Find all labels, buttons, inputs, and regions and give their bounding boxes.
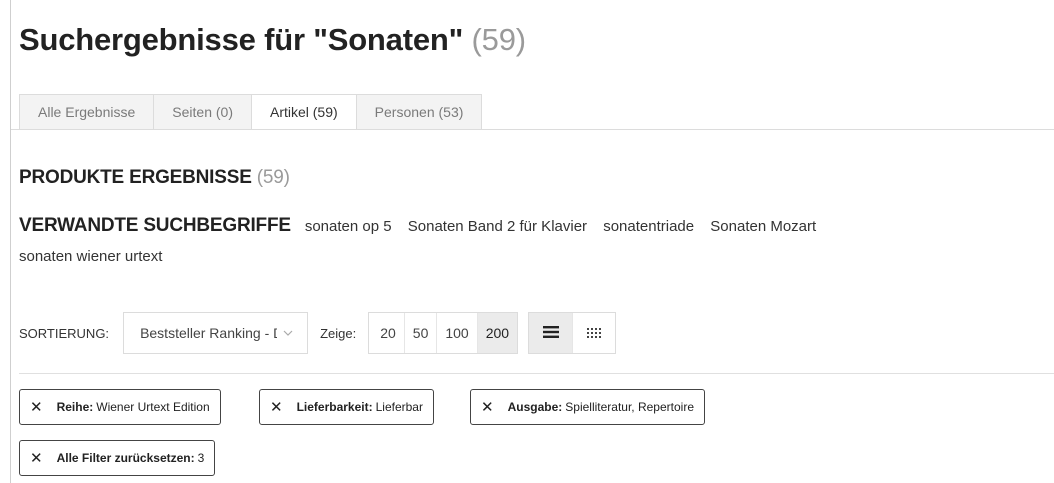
filter-chip-reihe[interactable]: ✕ Reihe: Wiener Urtext Edition — [19, 389, 221, 425]
tab-personen[interactable]: Personen (53) — [355, 94, 483, 130]
related-term-link[interactable]: sonatentriade — [603, 218, 694, 235]
page-size-option-200[interactable]: 200 — [477, 313, 518, 353]
tabs-divider — [11, 129, 1054, 130]
tab-alle-ergebnisse[interactable]: Alle Ergebnisse — [19, 94, 154, 130]
sort-label: SORTIERUNG: — [19, 325, 110, 341]
page-size-option-50[interactable]: 50 — [405, 313, 438, 353]
page-size-option-20[interactable]: 20 — [369, 313, 405, 353]
view-mode-toggle — [528, 312, 617, 354]
results-toolbar: SORTIERUNG: Beststeller Ranking - Des Ze… — [19, 311, 617, 355]
close-icon: ✕ — [30, 399, 43, 416]
sort-select[interactable]: Beststeller Ranking - Des — [123, 312, 309, 354]
sort-select-value: Beststeller Ranking - Des — [140, 325, 277, 341]
filter-chip-key: Alle Filter zurücksetzen: — [56, 451, 195, 465]
close-icon: ✕ — [30, 450, 43, 467]
filter-chip-value: Lieferbar — [375, 400, 423, 414]
page-size-label: Zeige: — [320, 325, 357, 341]
page-size-selector: 20 50 100 200 — [368, 312, 519, 354]
products-heading-text: PRODUKTE ERGEBNISSE — [19, 167, 252, 188]
products-heading-count: (59) — [256, 167, 290, 188]
page-size-option-100[interactable]: 100 — [437, 313, 478, 353]
page-title-text: Suchergebnisse für "Sonaten" — [19, 22, 464, 57]
list-view-button[interactable] — [529, 313, 573, 353]
chevron-down-icon — [283, 327, 293, 339]
filter-chip-ausgabe[interactable]: ✕ Ausgabe: Spielliteratur, Repertoire — [470, 389, 705, 425]
filter-chip-value: Spielliteratur, Repertoire — [565, 400, 694, 414]
page-title-count: (59) — [471, 22, 527, 57]
list-view-icon — [542, 325, 559, 341]
related-searches-label: VERWANDTE SUCHBEGRIFFE — [19, 215, 291, 236]
result-tabs: Alle Ergebnisse Seiten (0) Artikel (59) … — [19, 94, 483, 130]
close-icon: ✕ — [481, 399, 494, 416]
related-term-link[interactable]: Sonaten Band 2 für Klavier — [408, 218, 587, 235]
related-term-link[interactable]: sonaten wiener urtext — [19, 248, 162, 265]
related-searches: VERWANDTE SUCHBEGRIFFE sonaten op 5 Sonat… — [19, 211, 1019, 272]
filter-chip-value: Wiener Urtext Edition — [96, 400, 210, 414]
filter-chip-key: Reihe: — [56, 400, 94, 414]
filter-chip-value: 3 — [197, 451, 205, 465]
page-frame-border — [10, 0, 11, 483]
filter-chip-key: Ausgabe: — [507, 400, 563, 414]
grid-view-button[interactable] — [572, 313, 615, 353]
filter-chip-key: Lieferbarkeit: — [296, 400, 373, 414]
grid-view-icon — [587, 326, 602, 341]
reset-filters-button[interactable]: ✕ Alle Filter zurücksetzen: 3 — [19, 440, 216, 476]
tab-seiten[interactable]: Seiten (0) — [153, 94, 251, 130]
page-title: Suchergebnisse für "Sonaten" (59) — [19, 22, 526, 58]
tab-artikel[interactable]: Artikel (59) — [250, 94, 356, 130]
close-icon: ✕ — [270, 399, 283, 416]
products-heading: PRODUKTE ERGEBNISSE (59) — [19, 167, 290, 189]
filter-divider — [19, 373, 1054, 374]
related-term-link[interactable]: sonaten op 5 — [305, 218, 392, 235]
filter-chip-lieferbarkeit[interactable]: ✕ Lieferbarkeit: Lieferbar — [259, 389, 434, 425]
related-term-link[interactable]: Sonaten Mozart — [710, 218, 816, 235]
